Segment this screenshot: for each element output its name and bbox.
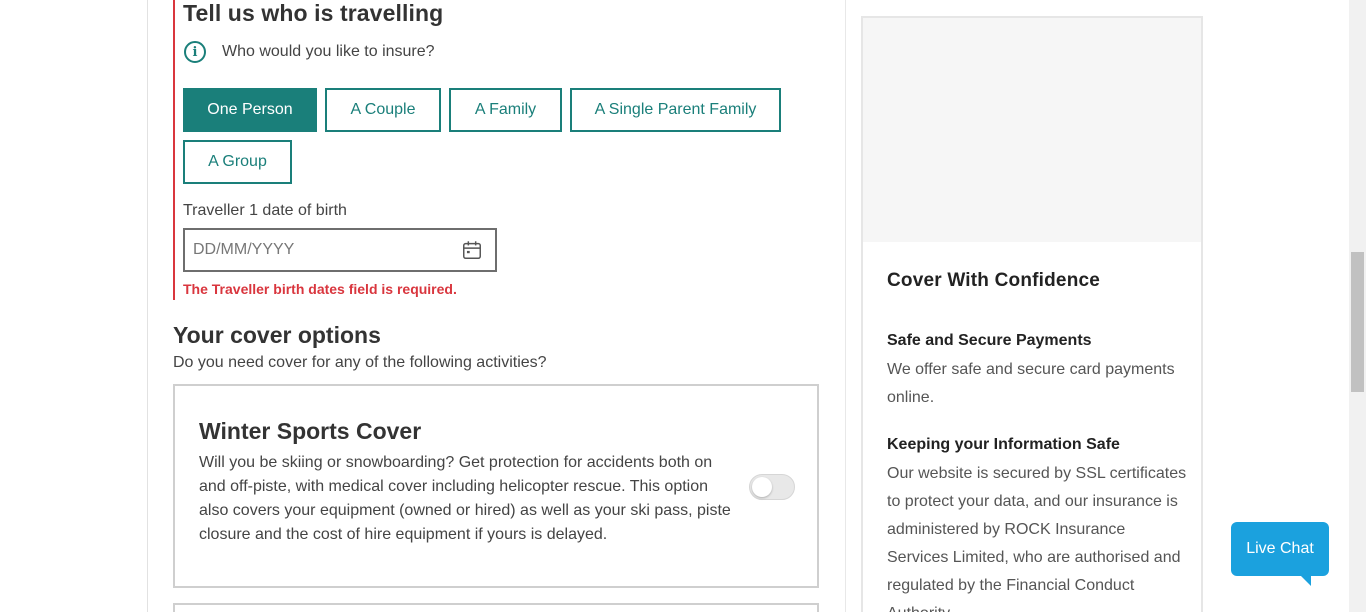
option-family-button[interactable]: A Family [449, 88, 562, 132]
cover-options-subtitle: Do you need cover for any of the followi… [173, 354, 547, 371]
cover-options-title: Your cover options [173, 322, 381, 348]
next-cover-card [173, 603, 819, 612]
dob-field[interactable] [183, 228, 497, 272]
page-left-divider [147, 0, 148, 612]
winter-sports-title: Winter Sports Cover [199, 418, 422, 444]
option-one-person-button[interactable]: One Person [183, 88, 317, 132]
secure-payments-title: Safe and Secure Payments [887, 332, 1092, 349]
dob-error-message: The Traveller birth dates field is requi… [183, 281, 457, 297]
dob-input[interactable] [185, 230, 461, 270]
option-single-parent-family-button[interactable]: A Single Parent Family [570, 88, 781, 132]
page-column-divider [845, 0, 846, 612]
calendar-icon[interactable] [461, 239, 483, 261]
live-chat-button[interactable]: Live Chat [1231, 522, 1329, 576]
confidence-panel: Cover With Confidence Safe and Secure Pa… [861, 16, 1203, 612]
winter-sports-toggle[interactable] [749, 474, 795, 500]
option-couple-button[interactable]: A Couple [325, 88, 441, 132]
option-group-button[interactable]: A Group [183, 140, 292, 184]
panel-image-placeholder [863, 18, 1201, 242]
secure-payments-text: We offer safe and secure card payments o… [887, 361, 1175, 406]
toggle-knob [752, 477, 772, 497]
winter-sports-description: Will you be skiing or snowboarding? Get … [199, 454, 731, 543]
info-safe-title: Keeping your Information Safe [887, 436, 1120, 453]
info-safe-text: Our website is secured by SSL certificat… [887, 465, 1187, 612]
info-icon: i [184, 41, 206, 63]
winter-sports-card: Winter Sports Cover Will you be skiing o… [173, 384, 819, 588]
live-chat-bubble-tail [1299, 574, 1311, 586]
dob-label: Traveller 1 date of birth [183, 202, 347, 219]
info-text: Who would you like to insure? [222, 43, 435, 60]
scrollbar-thumb[interactable] [1351, 252, 1364, 392]
panel-heading: Cover With Confidence [887, 270, 1101, 291]
info-row: i Who would you like to insure? [184, 40, 435, 64]
travellers-title: Tell us who is travelling [183, 0, 444, 26]
